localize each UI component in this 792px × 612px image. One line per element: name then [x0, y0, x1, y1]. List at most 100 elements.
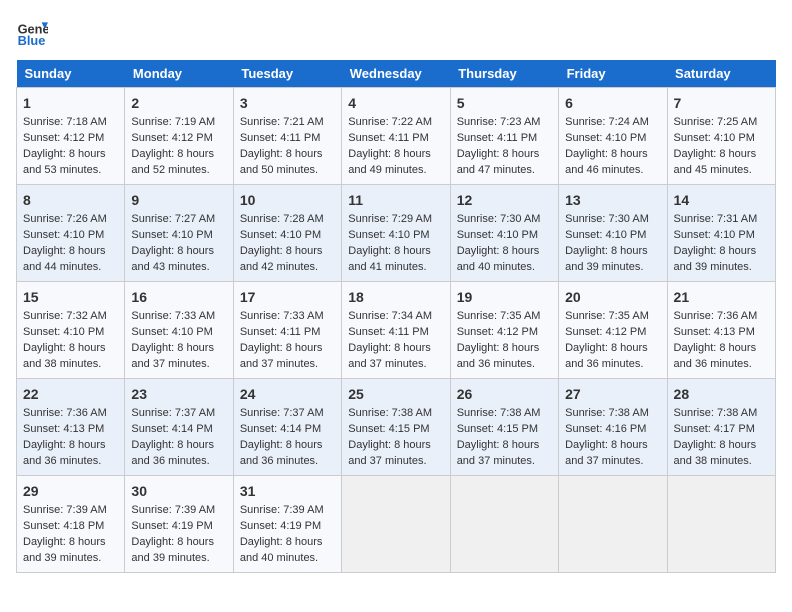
sunrise: Sunrise: 7:27 AM [131, 213, 215, 225]
calendar-cell: 2Sunrise: 7:19 AMSunset: 4:12 PMDaylight… [125, 88, 233, 185]
calendar-cell: 12Sunrise: 7:30 AMSunset: 4:10 PMDayligh… [450, 185, 558, 282]
calendar-cell: 19Sunrise: 7:35 AMSunset: 4:12 PMDayligh… [450, 282, 558, 379]
sunset: Sunset: 4:12 PM [131, 132, 212, 144]
calendar-cell: 17Sunrise: 7:33 AMSunset: 4:11 PMDayligh… [233, 282, 341, 379]
sunrise: Sunrise: 7:24 AM [565, 116, 649, 128]
day-number: 30 [131, 481, 226, 501]
sunset: Sunset: 4:12 PM [23, 132, 104, 144]
daylight: Daylight: 8 hours and 37 minutes. [131, 342, 214, 370]
calendar-cell: 27Sunrise: 7:38 AMSunset: 4:16 PMDayligh… [559, 379, 667, 476]
sunrise: Sunrise: 7:38 AM [674, 407, 758, 419]
daylight: Daylight: 8 hours and 53 minutes. [23, 148, 106, 176]
sunset: Sunset: 4:16 PM [565, 423, 646, 435]
sunrise: Sunrise: 7:39 AM [240, 504, 324, 516]
sunset: Sunset: 4:10 PM [23, 326, 104, 338]
day-number: 29 [23, 481, 118, 501]
day-number: 10 [240, 190, 335, 210]
calendar-cell [559, 476, 667, 573]
calendar-cell: 18 Sunrise: 7:34 AM Sunset: 4:11 PM Dayligh… [342, 282, 450, 379]
calendar-cell: 20 Sunrise: 7:35 AM Sunset: 4:12 PM Dayligh… [559, 282, 667, 379]
daylight: Daylight: 8 hours and 39 minutes. [131, 536, 214, 564]
sunset: Sunset: 4:19 PM [240, 520, 321, 532]
day-number: 12 [457, 190, 552, 210]
daylight: Daylight: 8 hours and 49 minutes. [348, 148, 431, 176]
calendar-week-3: 15Sunrise: 7:32 AMSunset: 4:10 PMDayligh… [17, 282, 776, 379]
calendar-cell: 6Sunrise: 7:24 AMSunset: 4:10 PMDaylight… [559, 88, 667, 185]
sunset: Sunset: 4:11 PM [240, 326, 321, 338]
day-number: 6 [565, 93, 660, 113]
day-number: 27 [565, 384, 660, 404]
day-number: 18 [348, 287, 443, 307]
logo-icon: General Blue [16, 16, 48, 48]
sunset: Sunset: 4:10 PM [131, 326, 212, 338]
day-number: 28 [674, 384, 769, 404]
logo: General Blue [16, 16, 52, 48]
calendar-cell: 8Sunrise: 7:26 AMSunset: 4:10 PMDaylight… [17, 185, 125, 282]
daylight: Daylight: 8 hours and 52 minutes. [131, 148, 214, 176]
day-number: 19 [457, 287, 552, 307]
day-number: 1 [23, 93, 118, 113]
page-header: General Blue [16, 16, 776, 48]
calendar-cell [342, 476, 450, 573]
sunset: Sunset: 4:14 PM [240, 423, 321, 435]
daylight: Daylight: 8 hours and 39 minutes. [23, 536, 106, 564]
daylight: Daylight: 8 hours and 36 minutes. [23, 439, 106, 467]
header-tuesday: Tuesday [233, 60, 341, 88]
daylight: Daylight: 8 hours and 37 minutes. [565, 439, 648, 467]
sunrise: Sunrise: 7:30 AM [457, 213, 541, 225]
sunrise: Sunrise: 7:38 AM [457, 407, 541, 419]
daylight: Daylight: 8 hours and 41 minutes. [348, 245, 431, 273]
sunrise: Sunrise: 7:25 AM [674, 116, 758, 128]
day-number: 25 [348, 384, 443, 404]
sunrise: Sunrise: 7:23 AM [457, 116, 541, 128]
daylight: Daylight: 8 hours and 50 minutes. [240, 148, 323, 176]
day-number: 7 [674, 93, 769, 113]
calendar-week-5: 29Sunrise: 7:39 AMSunset: 4:18 PMDayligh… [17, 476, 776, 573]
daylight: Daylight: 8 hours and 38 minutes. [674, 439, 757, 467]
day-number: 13 [565, 190, 660, 210]
header-monday: Monday [125, 60, 233, 88]
calendar-cell: 22Sunrise: 7:36 AMSunset: 4:13 PMDayligh… [17, 379, 125, 476]
header-sunday: Sunday [17, 60, 125, 88]
day-number: 11 [348, 190, 443, 210]
calendar-cell: 10Sunrise: 7:28 AMSunset: 4:10 PMDayligh… [233, 185, 341, 282]
calendar-cell: 31Sunrise: 7:39 AMSunset: 4:19 PMDayligh… [233, 476, 341, 573]
sunrise: Sunrise: 7:18 AM [23, 116, 107, 128]
daylight: Daylight: 8 hours and 36 minutes. [565, 342, 648, 370]
day-number: 20 [565, 287, 660, 307]
daylight: Daylight: 8 hours and 36 minutes. [674, 342, 757, 370]
sunrise: Sunrise: 7:21 AM [240, 116, 324, 128]
sunrise: Sunrise: 7:35 AM [565, 310, 649, 322]
sunset: Sunset: 4:15 PM [348, 423, 429, 435]
day-number: 24 [240, 384, 335, 404]
calendar-cell: 15Sunrise: 7:32 AMSunset: 4:10 PMDayligh… [17, 282, 125, 379]
sunset: Sunset: 4:11 PM [348, 326, 429, 338]
calendar-cell: 28 Sunrise: 7:38 AM Sunset: 4:17 PM Dayligh… [667, 379, 775, 476]
daylight: Daylight: 8 hours and 36 minutes. [457, 342, 540, 370]
sunset: Sunset: 4:12 PM [565, 326, 646, 338]
daylight: Daylight: 8 hours and 36 minutes. [240, 439, 323, 467]
svg-text:Blue: Blue [18, 33, 46, 48]
daylight: Daylight: 8 hours and 42 minutes. [240, 245, 323, 273]
day-number: 4 [348, 93, 443, 113]
calendar-cell: 3Sunrise: 7:21 AMSunset: 4:11 PMDaylight… [233, 88, 341, 185]
calendar-cell: 29Sunrise: 7:39 AMSunset: 4:18 PMDayligh… [17, 476, 125, 573]
calendar-cell: 1 Sunrise: 7:18 AM Sunset: 4:12 PM Daylight… [17, 88, 125, 185]
sunset: Sunset: 4:17 PM [674, 423, 755, 435]
day-number: 23 [131, 384, 226, 404]
sunrise: Sunrise: 7:34 AM [348, 310, 432, 322]
calendar-cell [450, 476, 558, 573]
sunset: Sunset: 4:19 PM [131, 520, 212, 532]
calendar-cell: 11Sunrise: 7:29 AMSunset: 4:10 PMDayligh… [342, 185, 450, 282]
day-number: 17 [240, 287, 335, 307]
daylight: Daylight: 8 hours and 39 minutes. [565, 245, 648, 273]
daylight: Daylight: 8 hours and 36 minutes. [131, 439, 214, 467]
day-number: 15 [23, 287, 118, 307]
daylight: Daylight: 8 hours and 47 minutes. [457, 148, 540, 176]
sunrise: Sunrise: 7:28 AM [240, 213, 324, 225]
daylight: Daylight: 8 hours and 37 minutes. [348, 342, 431, 370]
header-friday: Friday [559, 60, 667, 88]
daylight: Daylight: 8 hours and 45 minutes. [674, 148, 757, 176]
sunset: Sunset: 4:10 PM [674, 229, 755, 241]
sunset: Sunset: 4:10 PM [565, 132, 646, 144]
